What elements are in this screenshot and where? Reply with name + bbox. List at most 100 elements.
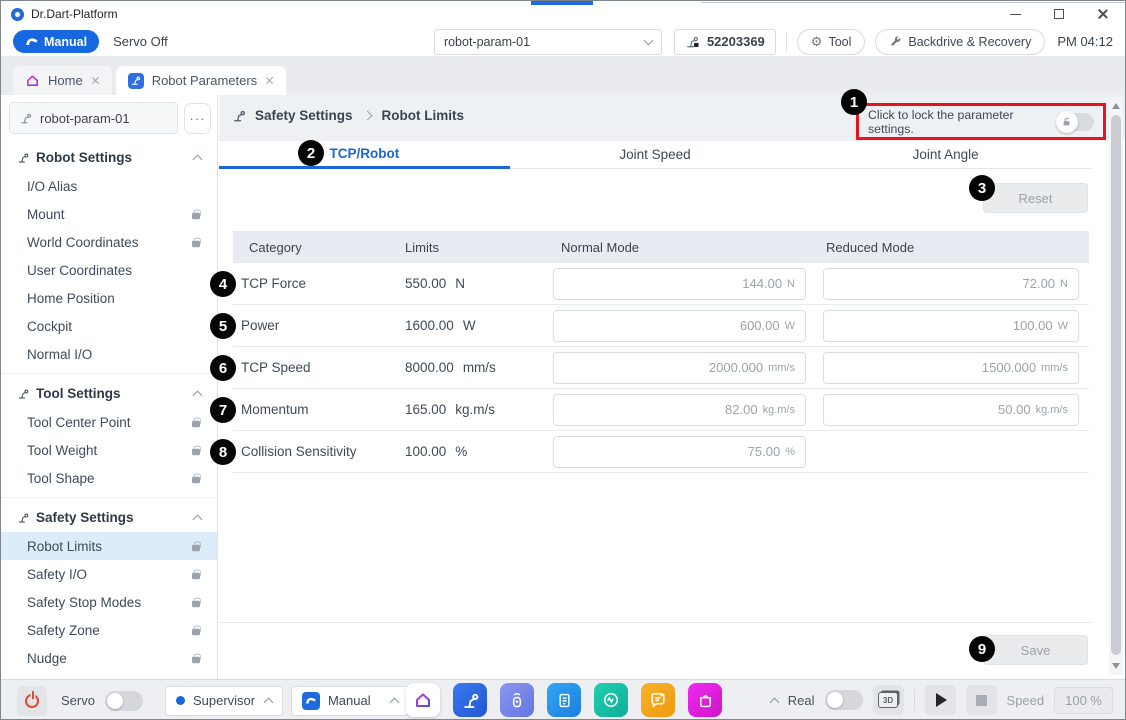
vertical-scrollbar[interactable] — [1109, 97, 1123, 675]
param-select-dropdown[interactable]: robot-param-01 — [434, 29, 662, 55]
backdrive-recovery-button[interactable]: Backdrive & Recovery — [875, 29, 1045, 55]
normal-mode-input[interactable]: 75.00% — [553, 436, 806, 468]
wrench-icon — [889, 35, 902, 48]
dock-task-writer-icon[interactable] — [547, 683, 581, 717]
row-category: Power — [233, 318, 397, 333]
section-tool-settings[interactable]: Tool Settings — [1, 378, 217, 408]
sidebar-item-home-position[interactable]: Home Position — [1, 284, 217, 312]
normal-mode-input[interactable]: 600.00W — [553, 310, 806, 342]
maximize-icon — [1054, 9, 1064, 19]
sidebar-item-cockpit[interactable]: Cockpit — [1, 312, 217, 340]
section-safety-settings[interactable]: Safety Settings — [1, 502, 217, 532]
save-button-label: Save — [1021, 643, 1051, 658]
stop-icon — [976, 695, 987, 706]
input-value: 144.00 — [742, 276, 782, 291]
stop-button[interactable] — [966, 685, 997, 715]
tab-robot-parameters[interactable]: Robot Parameters — [116, 66, 287, 95]
param-more-button[interactable]: ··· — [184, 103, 211, 134]
sidebar-item-robot-limits[interactable]: Robot Limits — [1, 532, 217, 560]
save-separator — [219, 622, 1091, 623]
simulation-3d-button[interactable]: 3D — [873, 685, 904, 715]
reduced-mode-input[interactable]: 72.00N — [823, 268, 1079, 300]
input-unit: kg.m/s — [1036, 404, 1068, 416]
sidebar-item-tool-shape[interactable]: Tool Shape — [1, 464, 217, 492]
input-value: 2000.000 — [709, 360, 763, 375]
minimize-button[interactable] — [993, 1, 1037, 27]
tab-joint-angle[interactable]: Joint Angle — [800, 141, 1091, 169]
col-reduced-mode: Reduced Mode — [811, 240, 1089, 255]
tab-home-close-icon[interactable] — [91, 76, 100, 85]
tab-home[interactable]: Home — [13, 66, 112, 95]
sidebar-item-world-coordinates[interactable]: World Coordinates — [1, 228, 217, 256]
sidebar-item-normal-io[interactable]: Normal I/O — [1, 340, 217, 368]
normal-mode-input[interactable]: 2000.000mm/s — [553, 352, 806, 384]
3d-icon: 3D — [878, 692, 898, 708]
window-title: Dr.Dart-Platform — [31, 7, 118, 21]
item-label: Tool Weight — [27, 443, 97, 458]
dock-jog-icon[interactable] — [500, 683, 534, 717]
tab-joint-speed[interactable]: Joint Speed — [510, 141, 801, 169]
input-value: 1500.000 — [982, 360, 1036, 375]
gear-icon: ⚙ — [811, 35, 823, 48]
dock-logs-icon[interactable] — [641, 683, 675, 717]
section-robot-settings[interactable]: Robot Settings — [1, 142, 217, 172]
robot-serial-box[interactable]: 52203369 — [674, 29, 776, 55]
input-value: 72.00 — [1023, 276, 1056, 291]
table-row: TCP Force 550.00N 144.00N 72.00N — [233, 263, 1089, 305]
tab-robot-parameters-close-icon[interactable] — [265, 76, 274, 85]
sidebar-item-tool-weight[interactable]: Tool Weight — [1, 436, 217, 464]
input-value: 100.00 — [1013, 318, 1053, 333]
sidebar-item-mount[interactable]: Mount — [1, 200, 217, 228]
lock-icon — [192, 476, 200, 482]
sidebar-item-tool-center-point[interactable]: Tool Center Point — [1, 408, 217, 436]
reduced-mode-input[interactable]: 1500.000mm/s — [823, 352, 1079, 384]
reduced-mode-input[interactable]: 100.00W — [823, 310, 1079, 342]
user-role-dropdown[interactable]: Supervisor — [165, 686, 283, 716]
sidebar-item-io-alias[interactable]: I/O Alias — [1, 172, 217, 200]
scroll-thumb[interactable] — [1111, 115, 1121, 655]
servo-toggle[interactable] — [105, 691, 143, 711]
robot-icon — [19, 111, 33, 125]
dock-status-monitor-icon[interactable] — [594, 683, 628, 717]
dock-store-icon[interactable] — [688, 683, 722, 717]
normal-mode-input[interactable]: 82.00kg.m/s — [553, 394, 806, 426]
sidebar-item-user-coordinates[interactable]: User Coordinates — [1, 256, 217, 284]
real-toggle[interactable] — [825, 690, 863, 710]
lock-icon — [192, 212, 200, 218]
lock-toggle[interactable] — [1056, 113, 1094, 131]
input-unit: N — [787, 278, 795, 290]
sidebar-item-safety-zone[interactable]: Safety Zone — [1, 616, 217, 644]
manual-logo-icon — [25, 36, 39, 47]
tool-button-label: Tool — [828, 35, 851, 49]
mode-manual-button[interactable]: Manual — [13, 30, 99, 53]
chevron-down-icon — [643, 35, 653, 45]
normal-mode-input[interactable]: 144.00 N — [553, 268, 806, 300]
speed-value-box[interactable]: 100 % — [1054, 687, 1113, 714]
sidebar-item-safety-io[interactable]: Safety I/O — [1, 560, 217, 588]
robot-mode-dropdown[interactable]: Manual — [291, 686, 409, 716]
home-icon — [25, 73, 40, 88]
sidebar-item-safety-stop-modes[interactable]: Safety Stop Modes — [1, 588, 217, 616]
save-button[interactable]: Save — [983, 635, 1088, 665]
close-button[interactable] — [1081, 1, 1125, 27]
scroll-down-icon[interactable] — [1112, 663, 1120, 669]
dock-home-icon[interactable] — [406, 683, 440, 717]
sidebar: robot-param-01 ··· Robot Settings I/O Al… — [1, 95, 218, 679]
application-window: Dr.Dart-Platform Manual Servo Off robot-… — [0, 0, 1126, 720]
reduced-mode-input[interactable]: 50.00kg.m/s — [823, 394, 1079, 426]
dock-robot-parameters-icon[interactable] — [453, 683, 487, 717]
lock-icon — [192, 544, 200, 550]
col-normal-mode: Normal Mode — [541, 240, 811, 255]
reset-button[interactable]: Reset — [983, 183, 1088, 213]
sidebar-param-field[interactable]: robot-param-01 — [9, 102, 178, 134]
power-button[interactable] — [17, 686, 47, 716]
sidebar-item-nudge[interactable]: Nudge — [1, 644, 217, 672]
tab-tcp-robot[interactable]: TCP/Robot — [219, 141, 510, 169]
row-category: TCP Speed — [233, 360, 397, 375]
app-icon — [11, 8, 24, 21]
scroll-up-icon[interactable] — [1112, 103, 1120, 109]
section-title: Robot Settings — [36, 150, 132, 165]
play-button[interactable] — [925, 685, 956, 715]
maximize-button[interactable] — [1037, 1, 1081, 27]
tool-button[interactable]: ⚙ Tool — [797, 29, 866, 55]
